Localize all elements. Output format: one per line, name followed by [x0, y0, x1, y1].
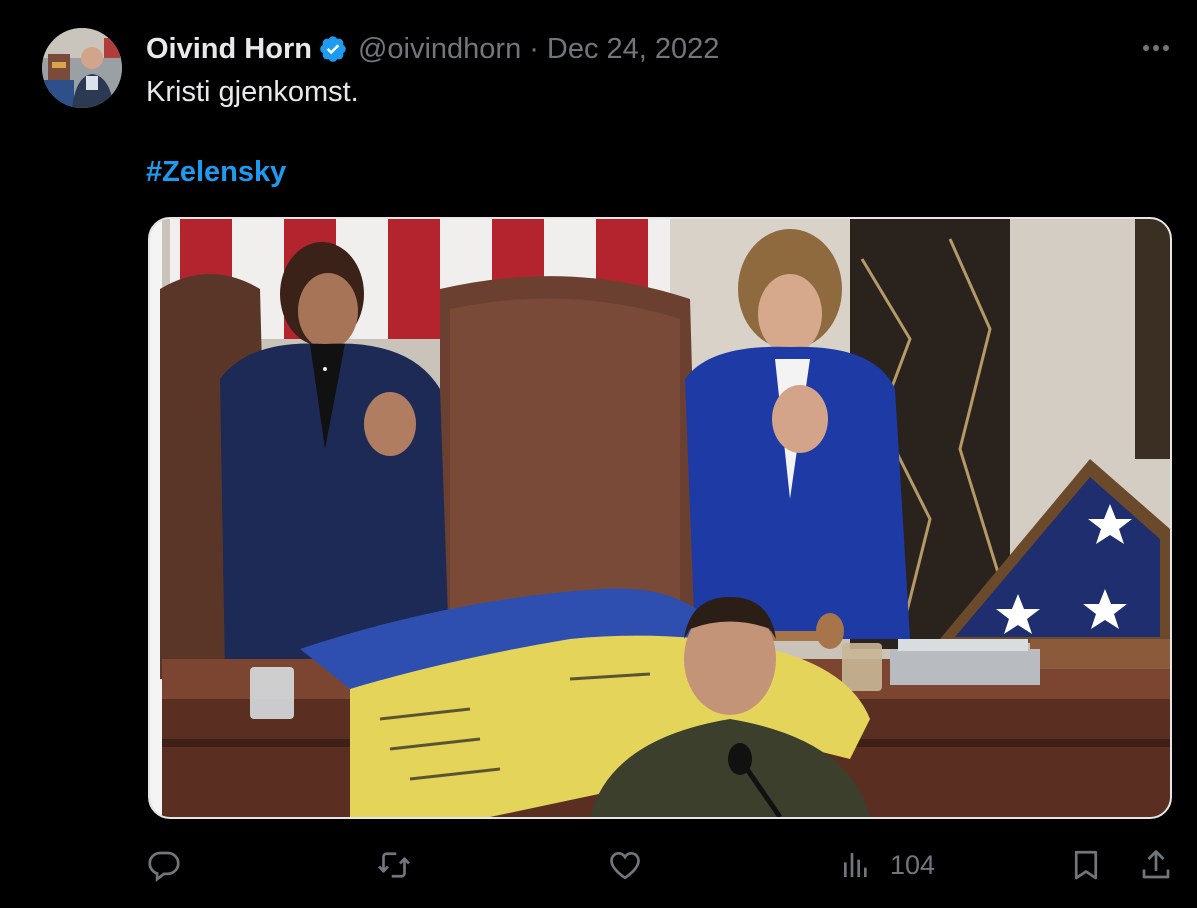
- window-edge: [0, 0, 6, 908]
- share-icon: [1142, 850, 1170, 879]
- tweet-header: Oivind Horn @oivindhorn · Dec 24, 2022: [146, 30, 719, 68]
- bookmark-button[interactable]: [1068, 840, 1104, 890]
- views-count: 104: [890, 849, 936, 880]
- avatar[interactable]: [42, 28, 122, 108]
- photo-image: [150, 219, 1170, 817]
- like-button[interactable]: [607, 840, 643, 890]
- verified-badge-icon: [318, 34, 348, 64]
- reply-icon: [148, 851, 180, 883]
- reply-button[interactable]: [146, 840, 182, 890]
- hashtag-link[interactable]: #Zelensky: [146, 156, 286, 189]
- views-chart-icon: [844, 853, 867, 877]
- tweet-action-bar: 104: [0, 840, 1197, 890]
- share-button[interactable]: [1138, 840, 1174, 890]
- bookmark-icon: [1074, 850, 1098, 880]
- more-horizontal-icon[interactable]: [1136, 36, 1176, 60]
- tweet-date[interactable]: Dec 24, 2022: [547, 33, 720, 66]
- views-button[interactable]: 104: [840, 840, 935, 890]
- tweet-text: Kristi gjenkomst.: [146, 76, 359, 108]
- retweet-button[interactable]: [375, 840, 413, 890]
- display-name[interactable]: Oivind Horn: [146, 33, 312, 66]
- profile-photo-icon: [42, 28, 122, 108]
- heart-icon: [610, 851, 640, 880]
- tweet-photo[interactable]: [148, 217, 1172, 819]
- retweet-icon: [378, 852, 410, 878]
- header-separator: ·: [529, 32, 539, 65]
- author-handle[interactable]: @oivindhorn: [358, 33, 521, 66]
